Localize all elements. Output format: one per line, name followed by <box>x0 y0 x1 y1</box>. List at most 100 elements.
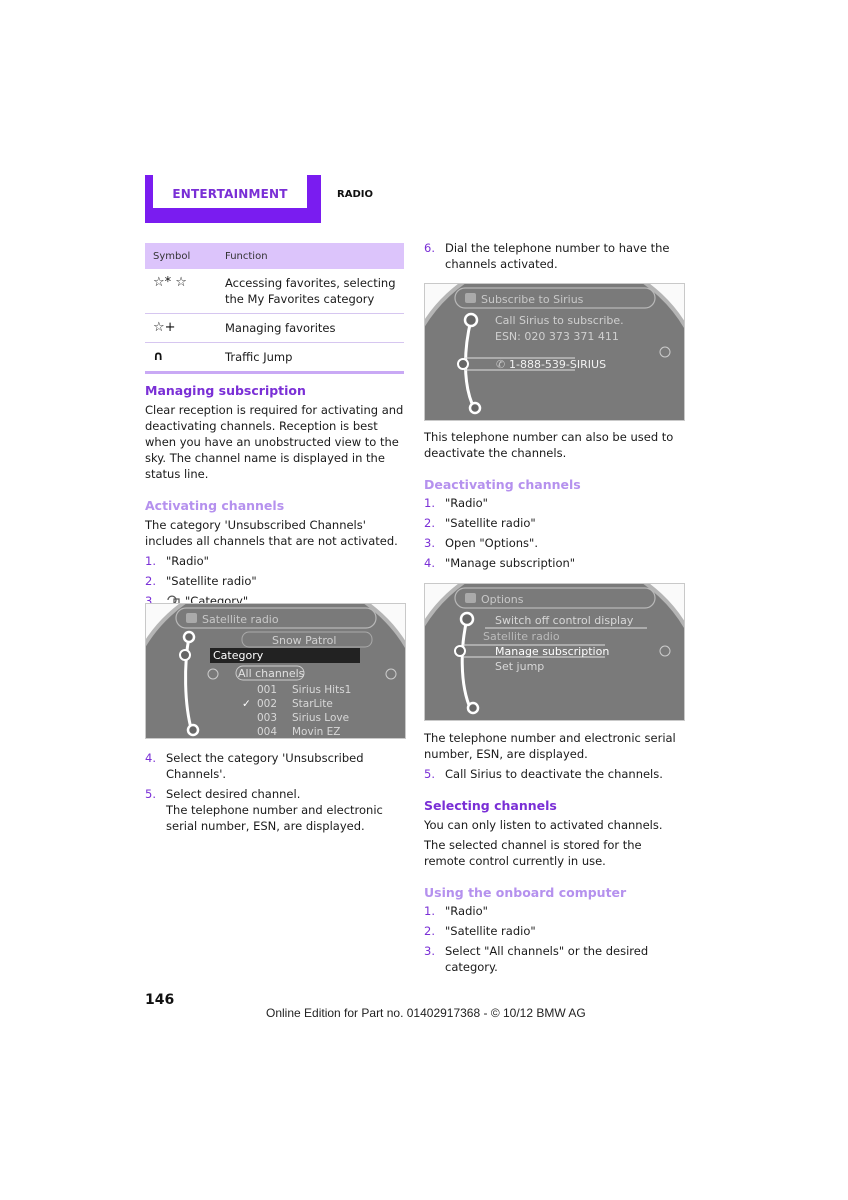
list-item: 2. "Satellite radio" <box>145 573 407 589</box>
channel-name: Movin EZ <box>292 726 340 738</box>
function-text: Managing favorites <box>225 321 336 335</box>
screen-title: Options <box>481 593 524 606</box>
phone-icon: ✆ <box>496 358 505 371</box>
step-text: Open "Options". <box>445 536 538 550</box>
right-column-lower: The telephone number and electronic seri… <box>424 730 686 975</box>
heading-deactivating-channels: Deactivating channels <box>424 477 581 492</box>
after-screen3-text: The telephone number and electronic seri… <box>424 731 676 761</box>
step-number: 2. <box>145 574 156 588</box>
chapter-title: ENTERTAINMENT <box>172 187 288 201</box>
step-text: "Manage subscription" <box>445 556 576 570</box>
channel-name: StarLite <box>292 698 333 710</box>
page-number: 146 <box>145 992 175 1008</box>
menu-item-selected: Manage subscription <box>495 645 609 658</box>
step-number: 2. <box>424 924 435 938</box>
traffic-jump-icon: ∩ <box>153 349 164 364</box>
step-number: 3. <box>424 536 435 550</box>
table-row: ∩ Traffic Jump <box>145 343 404 371</box>
step-text: Select desired channel. <box>166 787 301 801</box>
step-text: "Satellite radio" <box>166 574 257 588</box>
channel-number: 002 <box>257 698 277 710</box>
channel-name: Sirius Hits1 <box>292 684 351 696</box>
right-column-mid: This telephone number can also be used t… <box>424 429 686 571</box>
left-column: Managing subscription Clear reception is… <box>145 383 407 610</box>
step-number: 4. <box>424 556 435 570</box>
step-number: 2. <box>424 516 435 530</box>
step-text: Dial the telephone number to have the ch… <box>445 241 670 271</box>
list-item: 2. "Satellite radio" <box>424 515 686 531</box>
favorites-star-icon: ☆* ☆ <box>153 275 187 290</box>
header-function: Function <box>225 250 268 262</box>
screen-esn: ESN: 020 373 371 411 <box>495 330 619 343</box>
function-text: Traffic Jump <box>225 350 293 364</box>
right-column-top: 6. Dial the telephone number to have the… <box>424 240 686 272</box>
screenshot-subscribe-sirius: Subscribe to Sirius Call Sirius to subsc… <box>424 283 685 421</box>
managing-text: Clear reception is required for activati… <box>145 403 404 481</box>
screenshot-options: Options Switch off control display Satel… <box>424 583 685 721</box>
heading-activating-channels: Activating channels <box>145 498 285 513</box>
heading-managing-subscription: Managing subscription <box>145 383 306 398</box>
step-number: 6. <box>424 241 435 255</box>
step-text: "Satellite radio" <box>445 924 536 938</box>
menu-item: Switch off control display <box>495 614 634 627</box>
function-text: Accessing favorites, selecting the My Fa… <box>225 276 396 306</box>
list-item: 4. "Manage subscription" <box>424 555 686 571</box>
step-number: 3. <box>424 944 435 958</box>
step-number: 1. <box>424 904 435 918</box>
header-symbol: Symbol <box>153 250 191 262</box>
screenshot-satellite-radio: Satellite radio Snow Patrol Category All… <box>145 603 406 739</box>
left-column-lower: 4. Select the category 'Unsubscribed Cha… <box>145 750 407 834</box>
screen-phone: 1-888-539-SIRIUS <box>509 358 606 371</box>
screen-list-header: All channels <box>238 667 305 680</box>
screen-highlight: Category <box>213 649 264 662</box>
channel-number: 001 <box>257 684 277 696</box>
heading-onboard-computer: Using the onboard computer <box>424 885 627 900</box>
step-number: 4. <box>145 751 156 765</box>
checkmark-icon: ✓ <box>242 698 251 710</box>
list-item: 1. "Radio" <box>145 553 407 569</box>
step-text: "Radio" <box>445 904 488 918</box>
step-text: "Radio" <box>445 496 488 510</box>
screen-line1: Call Sirius to subscribe. <box>495 314 624 327</box>
step-number: 1. <box>145 554 156 568</box>
table-header: Symbol Function <box>145 243 404 269</box>
menu-item: Set jump <box>495 660 544 673</box>
section-title: RADIO <box>337 189 373 200</box>
screen-title: Subscribe to Sirius <box>481 293 584 306</box>
symbol-table: Symbol Function ☆* ☆ Accessing favorites… <box>145 243 404 374</box>
list-item: 1. "Radio" <box>424 495 686 511</box>
step-text: "Satellite radio" <box>445 516 536 530</box>
selecting-text-1: You can only listen to activated channel… <box>424 818 663 832</box>
list-item: 5. Select desired channel. The telephone… <box>145 786 407 834</box>
list-item: 3. Select "All channels" or the desired … <box>424 943 686 975</box>
step-number: 5. <box>424 767 435 781</box>
list-item: 5. Call Sirius to deactivate the channel… <box>424 766 686 782</box>
step-number: 5. <box>145 787 156 801</box>
manage-favorites-icon: ☆+ <box>153 320 176 335</box>
channel-number: 003 <box>257 712 277 724</box>
table-row: ☆+ Managing favorites <box>145 314 404 343</box>
list-item: 1. "Radio" <box>424 903 686 919</box>
screen-title: Satellite radio <box>202 613 279 626</box>
menu-item: Satellite radio <box>483 630 560 643</box>
selecting-text-2: The selected channel is stored for the r… <box>424 838 642 868</box>
step-text: Call Sirius to deactivate the channels. <box>445 767 663 781</box>
after-screen2-text: This telephone number can also be used t… <box>424 430 674 460</box>
list-item: 2. "Satellite radio" <box>424 923 686 939</box>
channel-number: 004 <box>257 726 277 738</box>
list-item: 4. Select the category 'Unsubscribed Cha… <box>145 750 407 782</box>
step-number: 1. <box>424 496 435 510</box>
list-item: 3. Open "Options". <box>424 535 686 551</box>
table-row: ☆* ☆ Accessing favorites, selecting the … <box>145 269 404 314</box>
heading-selecting-channels: Selecting channels <box>424 798 557 813</box>
step-text: Select "All channels" or the desired cat… <box>445 944 649 974</box>
step-text: "Radio" <box>166 554 209 568</box>
screen-artist: Snow Patrol <box>272 634 336 647</box>
edition-note: Online Edition for Part no. 01402917368 … <box>266 1006 586 1020</box>
list-item: 6. Dial the telephone number to have the… <box>424 240 686 272</box>
step-subtext: The telephone number and electronic seri… <box>166 803 383 833</box>
channel-name: Sirius Love <box>292 712 349 724</box>
step-text: Select the category 'Unsubscribed Channe… <box>166 751 364 781</box>
activating-text: The category 'Unsubscribed Channels' inc… <box>145 518 398 548</box>
table-divider <box>145 371 404 374</box>
